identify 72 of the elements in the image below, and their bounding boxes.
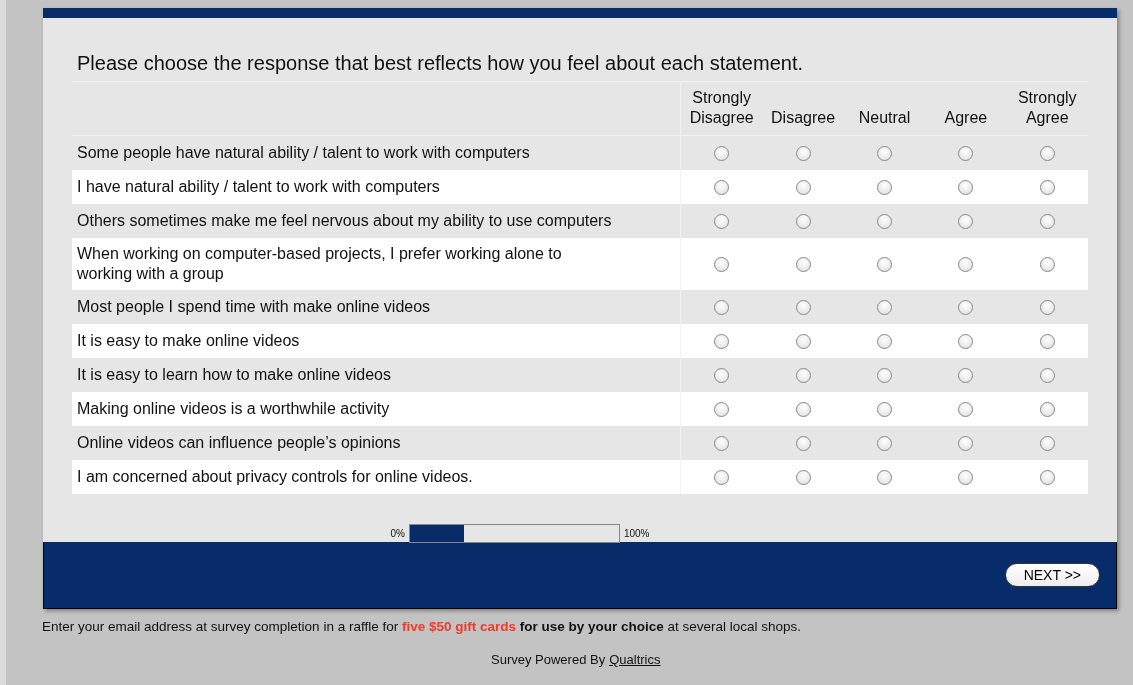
scale-label: Disagree [771, 109, 836, 126]
radio-button[interactable] [876, 435, 892, 451]
radio-button[interactable] [1039, 179, 1055, 195]
radio-button[interactable] [958, 146, 974, 161]
radio-button[interactable] [1039, 469, 1055, 485]
radio-button[interactable] [876, 213, 892, 229]
radio-button[interactable] [714, 213, 730, 229]
progress-end-label: 100% [623, 527, 650, 539]
raffle-note: Enter your email address at survey completion in a raffle for five $50 gift cards for use by your choice at several local shops. [42, 619, 803, 634]
radio-button[interactable] [958, 179, 974, 195]
radio-button[interactable] [1039, 213, 1055, 229]
statement-cell: It is easy to make online videos [72, 323, 681, 358]
scale-label: Neutral [858, 109, 911, 126]
radio-button[interactable] [795, 299, 811, 315]
radio-button[interactable] [876, 401, 892, 417]
radio-button[interactable] [795, 367, 811, 383]
radio-button[interactable] [714, 401, 730, 417]
radio-button[interactable] [795, 179, 811, 195]
radio-button[interactable] [714, 367, 730, 383]
radio-button[interactable] [876, 333, 892, 349]
statement-cell: Most people I spend time with make online videos [72, 289, 681, 324]
next-button[interactable]: NEXT >> [1004, 563, 1100, 587]
radio-button[interactable] [958, 435, 974, 451]
radio-button[interactable] [1039, 333, 1055, 349]
statement-cell: Others sometimes make me feel nervous about my ability to use computers [72, 203, 681, 238]
progress-start-label: 0% [390, 527, 405, 539]
radio-button[interactable] [1039, 256, 1055, 272]
radio-button[interactable] [876, 146, 892, 161]
radio-button[interactable] [714, 146, 730, 161]
radio-button[interactable] [958, 256, 974, 272]
radio-button[interactable] [958, 367, 974, 383]
radio-button[interactable] [876, 469, 892, 485]
radio-button[interactable] [795, 333, 811, 349]
radio-button[interactable] [1039, 146, 1055, 161]
statement-cell: Online videos can influence people’s opinions [72, 425, 681, 460]
radio-button[interactable] [1039, 435, 1055, 451]
radio-button[interactable] [958, 469, 974, 485]
statement-cell: When working on computer-based projects, I prefer working alone to working with a group [72, 237, 681, 290]
radio-button[interactable] [714, 435, 730, 451]
statement-cell: I have natural ability / talent to work with computers [72, 169, 681, 204]
statement-cell: Making online videos is a worthwhile activity [72, 391, 681, 426]
radio-button[interactable] [958, 213, 974, 229]
radio-button[interactable] [795, 213, 811, 229]
radio-button[interactable] [795, 256, 811, 272]
radio-button[interactable] [714, 333, 730, 349]
statement-cell: I am concerned about privacy controls for online videos. [72, 459, 681, 494]
scale-label: Strongly Agree [1017, 89, 1077, 126]
radio-button[interactable] [1039, 299, 1055, 315]
radio-button[interactable] [876, 179, 892, 195]
radio-button[interactable] [795, 401, 811, 417]
powered-by-text: Survey Powered By [491, 652, 606, 667]
statement-cell: It is easy to learn how to make online videos [72, 357, 681, 392]
scale-label: Agree [944, 109, 988, 126]
radio-button[interactable] [795, 469, 811, 485]
radio-button[interactable] [876, 299, 892, 315]
instruction-text: Please choose the response that best reflects how you feel about each statement. [72, 52, 1088, 82]
radio-button[interactable] [876, 256, 892, 272]
radio-button[interactable] [714, 179, 730, 195]
statement-cell: Some people have natural ability / talent to work with computers [72, 135, 681, 170]
radio-button[interactable] [958, 299, 974, 315]
radio-button[interactable] [795, 435, 811, 451]
qualtrics-link[interactable]: Qualtrics [609, 652, 661, 667]
radio-button[interactable] [958, 401, 974, 417]
radio-button[interactable] [958, 333, 974, 349]
radio-button[interactable] [1039, 367, 1055, 383]
radio-button[interactable] [714, 299, 730, 315]
scale-label: Strongly Disagree [689, 89, 754, 126]
radio-button[interactable] [876, 367, 892, 383]
radio-button[interactable] [714, 256, 730, 272]
radio-button[interactable] [714, 469, 730, 485]
radio-button[interactable] [795, 146, 811, 161]
radio-button[interactable] [1039, 401, 1055, 417]
